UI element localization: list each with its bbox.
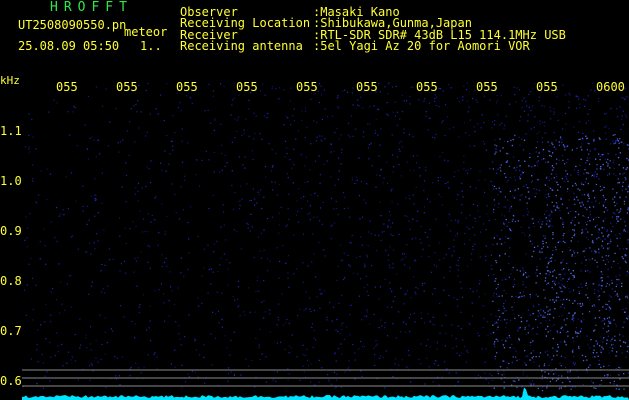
- x-tick: 055: [296, 80, 318, 94]
- date-time: 25.08.09 05:50: [18, 39, 120, 53]
- y-tick: 0.7: [0, 324, 22, 338]
- y-tick: 0.9: [0, 224, 22, 238]
- x-tick: 0600: [596, 80, 625, 94]
- hrofft-window: HROFFT UT2508090550.pn meteor 25.08.09 0…: [0, 0, 629, 400]
- file-name: UT2508090550.pn: [18, 18, 127, 32]
- app-title: HROFFT: [50, 0, 133, 15]
- spectrogram-plot: [22, 74, 629, 400]
- detection-count: 1..: [140, 39, 162, 53]
- antenna-key: Receiving antenna: [180, 39, 303, 53]
- x-tick: 055: [176, 80, 198, 94]
- x-tick: 055: [356, 80, 378, 94]
- antenna-value: :5el Yagi Az 20 for Aomori VOR: [313, 39, 530, 53]
- meteor-label: meteor: [124, 25, 168, 39]
- y-tick: 0.8: [0, 274, 22, 288]
- x-tick: 055: [56, 80, 78, 94]
- x-tick: 055: [236, 80, 258, 94]
- x-tick: 055: [536, 80, 558, 94]
- y-tick: 0.6: [0, 374, 22, 388]
- x-tick: 055: [416, 80, 438, 94]
- y-tick: 1.0: [0, 174, 22, 188]
- y-axis-unit: kHz: [0, 74, 20, 87]
- x-tick: 055: [476, 80, 498, 94]
- y-tick: 1.1: [0, 124, 22, 138]
- spectrogram-canvas: [22, 82, 629, 400]
- x-tick: 055: [116, 80, 138, 94]
